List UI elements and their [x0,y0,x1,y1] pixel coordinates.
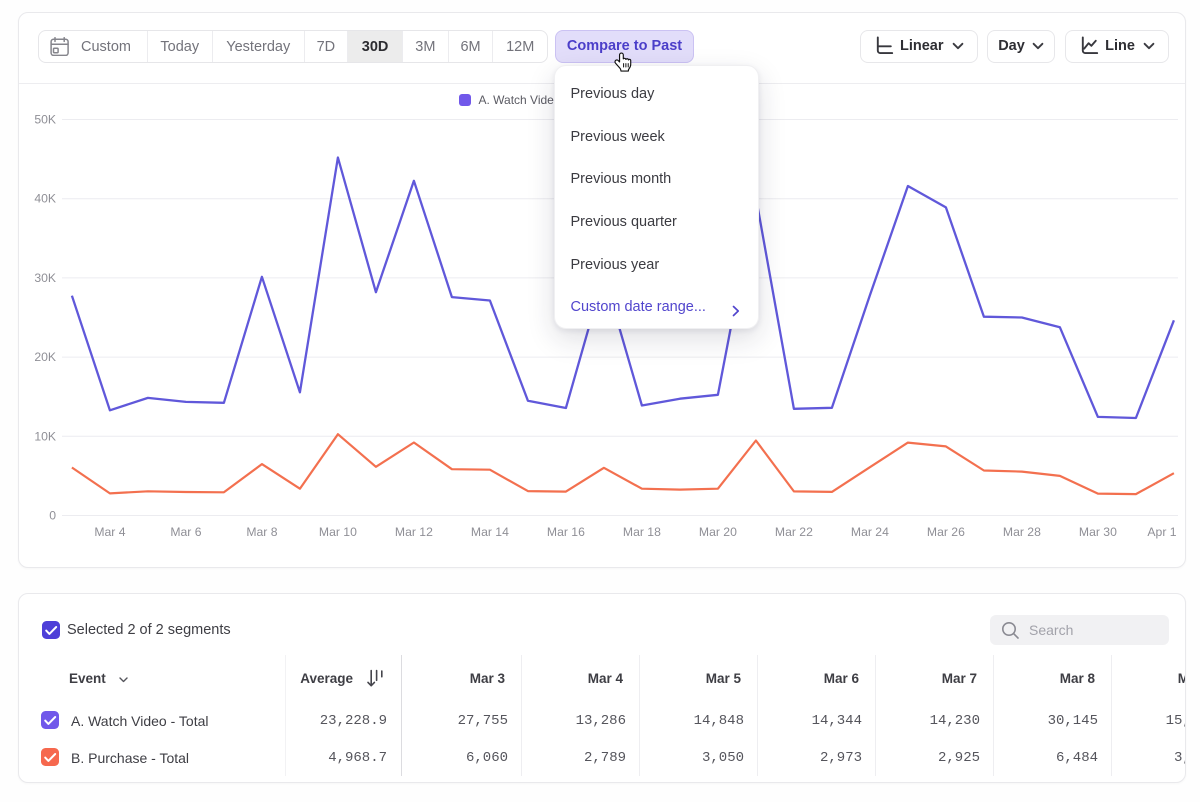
svg-text:Mar 6: Mar 6 [170,525,201,539]
svg-text:Mar 4: Mar 4 [94,525,125,539]
svg-text:Mar 18: Mar 18 [623,525,661,539]
svg-text:50K: 50K [34,113,56,127]
svg-text:Mar 16: Mar 16 [547,525,585,539]
svg-text:Mar 14: Mar 14 [471,525,509,539]
svg-text:Mar 20: Mar 20 [699,525,737,539]
svg-text:Mar 26: Mar 26 [927,525,965,539]
svg-text:Mar 12: Mar 12 [395,525,433,539]
svg-text:10K: 10K [34,429,56,443]
svg-text:0: 0 [49,509,56,523]
svg-text:40K: 40K [34,192,56,206]
svg-text:Mar 8: Mar 8 [246,525,277,539]
svg-text:Mar 28: Mar 28 [1003,525,1041,539]
svg-text:Apr 1: Apr 1 [1147,525,1176,539]
svg-text:20K: 20K [34,350,56,364]
svg-text:Mar 22: Mar 22 [775,525,813,539]
svg-text:Mar 10: Mar 10 [319,525,357,539]
svg-text:30K: 30K [34,271,56,285]
svg-text:Mar 24: Mar 24 [851,525,889,539]
svg-text:Mar 30: Mar 30 [1079,525,1117,539]
